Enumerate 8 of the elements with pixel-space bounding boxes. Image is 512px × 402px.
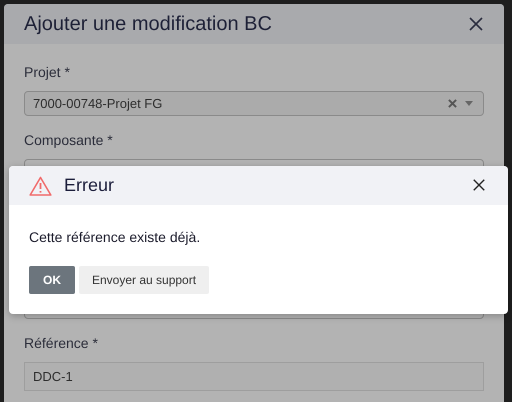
field-label: Composante * — [24, 131, 114, 150]
error-message: Cette référence existe déjà. — [29, 229, 202, 245]
select-value: 7000-00748-Projet FG — [33, 96, 164, 111]
field-label: Référence * — [24, 334, 99, 353]
field-label: Projet * — [24, 63, 71, 82]
input-value: DDC-1 — [33, 369, 74, 384]
dialog-title: Ajouter une modification BC — [24, 12, 272, 36]
error-title: Erreur — [64, 175, 116, 196]
